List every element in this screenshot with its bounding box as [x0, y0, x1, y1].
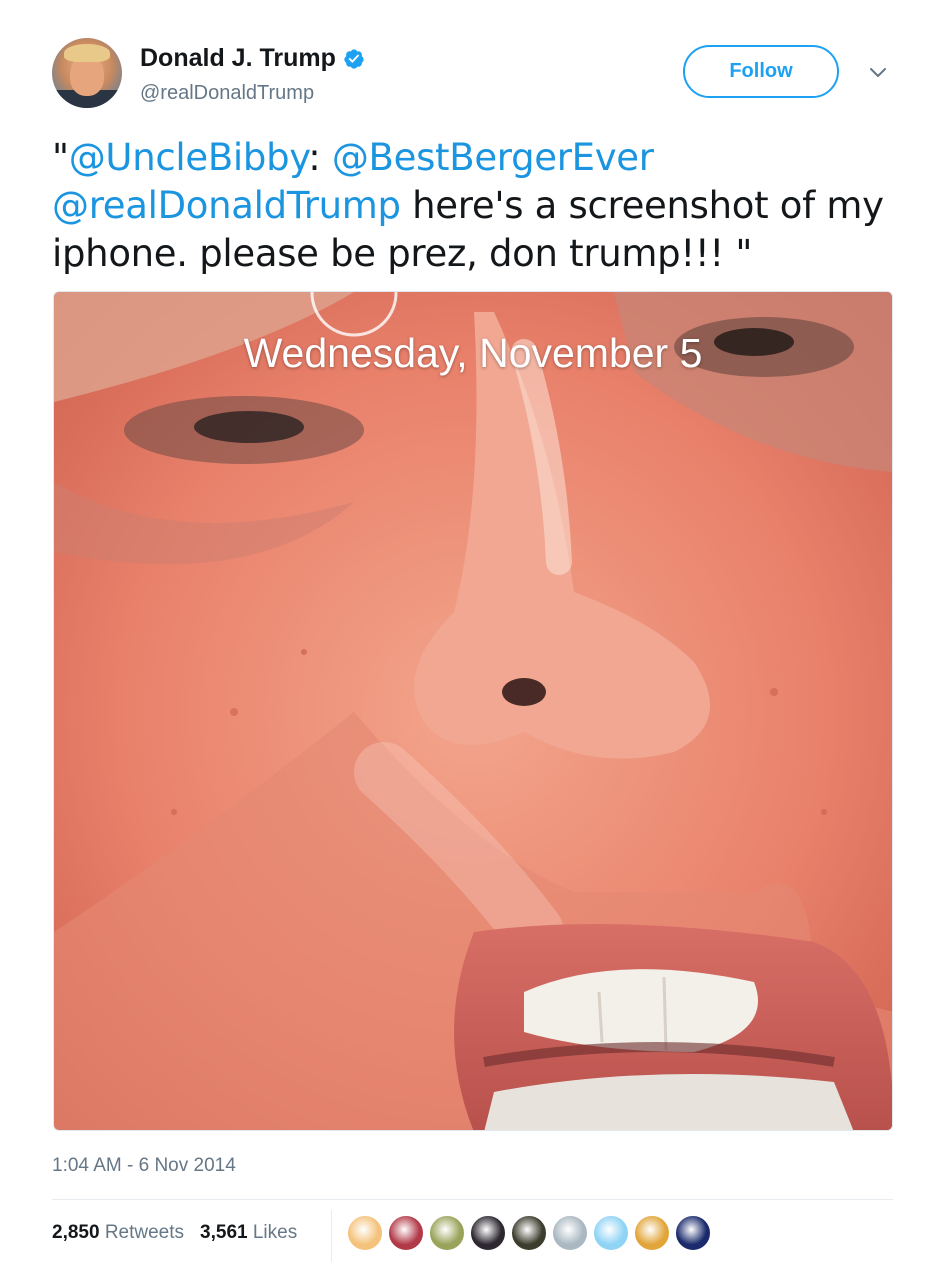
photo-image [54, 292, 892, 1130]
retweets-label: Retweets [104, 1222, 185, 1243]
tweet-timestamp[interactable]: 1:04 AM - 6 Nov 2014 [52, 1155, 236, 1177]
display-name[interactable]: Donald J. Trump [140, 44, 336, 73]
tweet-media-photo[interactable]: Wednesday, November 5 [53, 291, 893, 1131]
avatar-hair [64, 44, 110, 62]
liker-avatar[interactable] [593, 1215, 629, 1251]
liker-avatars [347, 1215, 711, 1251]
likes-label: Likes [252, 1222, 298, 1243]
liker-avatar[interactable] [347, 1215, 383, 1251]
avatar-face [70, 56, 104, 96]
liker-avatar[interactable] [388, 1215, 424, 1251]
liker-avatar[interactable] [634, 1215, 670, 1251]
verified-badge-icon [344, 48, 364, 69]
tweet-header: Donald J. Trump @realDonaldTrump Follow [52, 38, 893, 112]
liker-avatar[interactable] [429, 1215, 465, 1251]
follow-button[interactable]: Follow [683, 45, 839, 98]
divider [52, 1199, 893, 1200]
user-handle[interactable]: @realDonaldTrump [140, 82, 314, 105]
liker-avatar[interactable] [470, 1215, 506, 1251]
retweets-stat[interactable]: 2,850 Retweets [52, 1222, 184, 1244]
tweet-text: "@UncleBibby: @BestBergerEver @realDonal… [52, 134, 902, 278]
likes-stat[interactable]: 3,561 Likes [200, 1222, 297, 1244]
tweet-stats: 2,850 Retweets 3,561 Likes [52, 1222, 297, 1244]
mention-link[interactable]: @BestBergerEver [332, 136, 654, 179]
mention-link[interactable]: @UncleBibby [69, 136, 309, 179]
chevron-down-icon[interactable] [867, 62, 889, 84]
liker-avatar[interactable] [675, 1215, 711, 1251]
mention-link[interactable]: @realDonaldTrump [52, 184, 401, 227]
open-quote: " [52, 136, 69, 179]
name-row: Donald J. Trump [140, 44, 365, 73]
retweets-count: 2,850 [52, 1222, 100, 1243]
colon-text: : [308, 136, 332, 179]
stats-separator [331, 1210, 332, 1262]
profile-avatar[interactable] [52, 38, 122, 108]
lock-screen-date: Wednesday, November 5 [243, 330, 703, 376]
liker-avatar[interactable] [511, 1215, 547, 1251]
likes-count: 3,561 [200, 1222, 248, 1243]
liker-avatar[interactable] [552, 1215, 588, 1251]
